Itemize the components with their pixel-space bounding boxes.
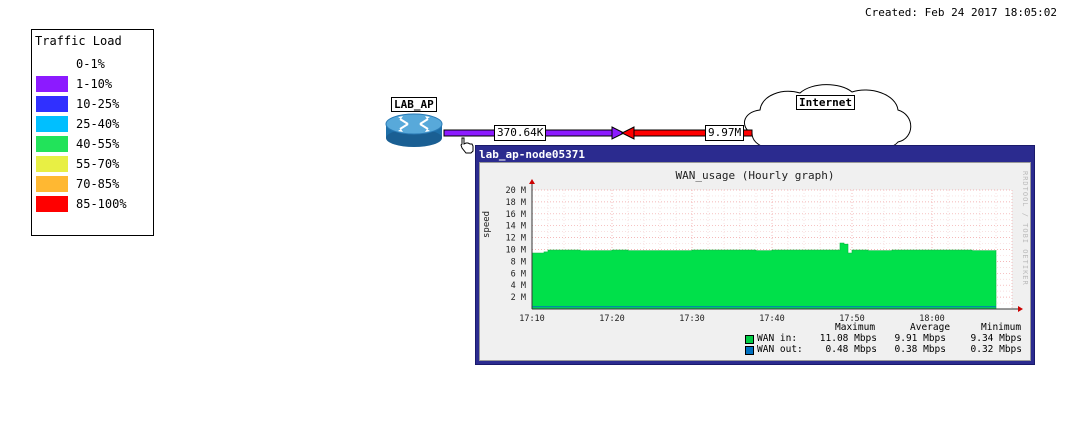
x-tick-label: 17:10 — [519, 314, 545, 324]
graph-popup[interactable]: lab_ap-node05371 WAN_usage (Hourly graph… — [475, 145, 1035, 365]
wan-out-min: 0.32 Mbps — [970, 344, 1022, 355]
graph-panel: WAN_usage (Hourly graph) speed RRDTOOL /… — [479, 162, 1031, 361]
series-name-wan-in: WAN in: — [757, 333, 798, 344]
link-in-label[interactable]: 9.97M — [705, 125, 745, 141]
wan-in-swatch — [745, 335, 754, 344]
node-label-internet[interactable]: Internet — [796, 95, 855, 110]
series-name-wan-out: WAN out: — [757, 344, 803, 355]
x-tick-label: 17:40 — [759, 314, 785, 324]
router-icon[interactable] — [385, 113, 443, 147]
x-axis-arrow — [1018, 306, 1023, 312]
y-tick-label: 18 M — [506, 198, 526, 208]
y-tick-label: 14 M — [506, 222, 526, 232]
x-tick-label: 17:30 — [679, 314, 705, 324]
y-tick-label: 2 M — [511, 293, 526, 303]
node-label-lab-ap[interactable]: LAB_AP — [391, 97, 437, 112]
y-axis-arrow — [529, 179, 535, 184]
wan-usage-chart: 2 M 4 M 6 M 8 M10 M 12 M 14 M 16 M 18 M 20 M 17:1… — [506, 179, 1023, 324]
wan-in-min: 9.34 Mbps — [970, 333, 1022, 344]
hand-cursor-icon — [460, 137, 474, 154]
series-area-wan-in — [531, 242, 997, 310]
y-tick-label: 4 M — [511, 281, 526, 291]
wan-in-avg: 9.91 Mbps — [894, 333, 946, 344]
y-tick-label: 10 M — [506, 246, 526, 256]
popup-title: lab_ap-node05371 — [479, 148, 585, 161]
stat-header-minimum: Minimum — [981, 322, 1022, 333]
wan-out-avg: 0.38 Mbps — [894, 344, 946, 355]
wan-out-swatch — [745, 346, 754, 355]
wan-out-max: 0.48 Mbps — [825, 344, 877, 355]
stat-header-maximum: Maximum — [835, 322, 876, 333]
x-tick-label: 17:20 — [599, 314, 625, 324]
stat-header-average: Average — [910, 322, 951, 333]
y-tick-label: 6 M — [511, 269, 526, 279]
y-tick-label: 16 M — [506, 210, 526, 220]
y-tick-label: 12 M — [506, 234, 526, 244]
wan-in-max: 11.08 Mbps — [819, 333, 877, 344]
y-tick-label: 8 M — [511, 257, 526, 267]
link-out-label[interactable]: 370.64K — [494, 125, 547, 141]
y-tick-label: 20 M — [506, 186, 526, 196]
